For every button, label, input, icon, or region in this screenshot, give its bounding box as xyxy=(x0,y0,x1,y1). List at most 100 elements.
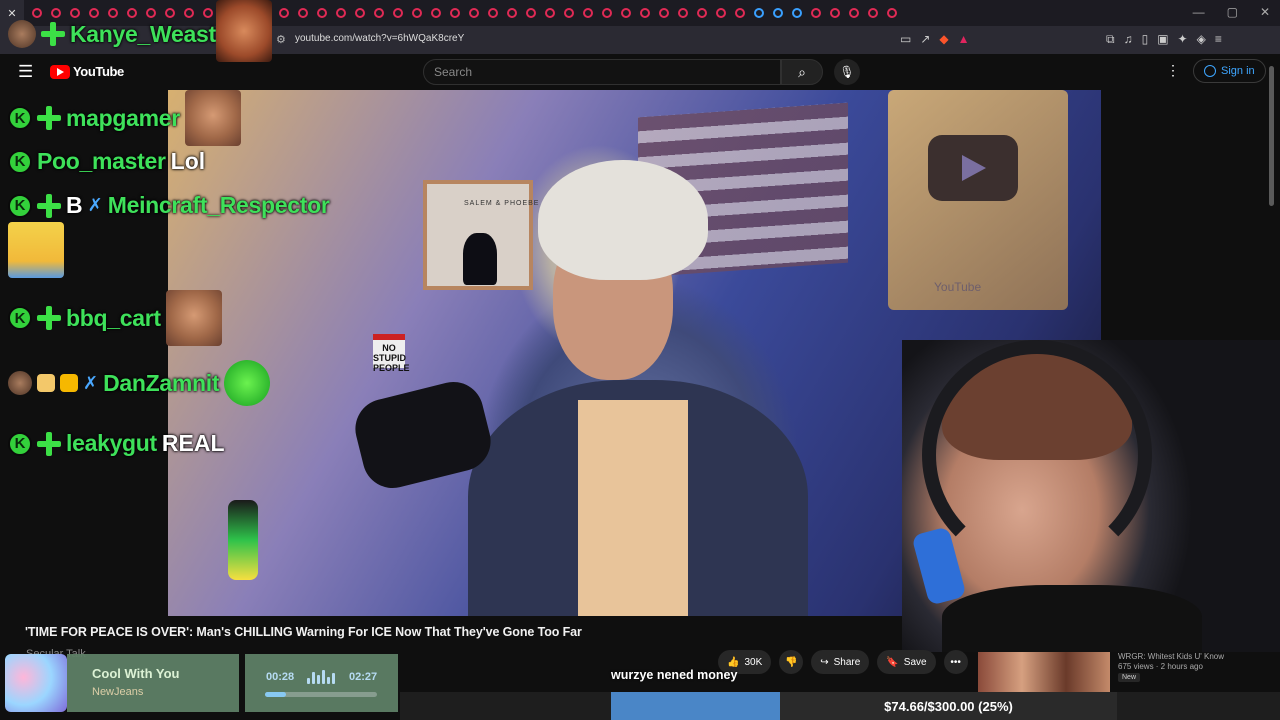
recommended-thumbnail[interactable] xyxy=(978,652,1110,692)
kick-badge-icon: K xyxy=(8,106,32,130)
equalizer-icon xyxy=(307,670,335,684)
tab-favicon[interactable] xyxy=(526,8,536,18)
chat-message: Kanye_Weast xyxy=(8,20,216,48)
tab-favicon[interactable] xyxy=(431,8,441,18)
tab-favicon[interactable] xyxy=(621,8,631,18)
tab-favicon[interactable] xyxy=(640,8,650,18)
share-label: Share xyxy=(833,656,861,668)
sidebar-icon[interactable]: ▯ xyxy=(1142,32,1149,47)
tab-favicon[interactable] xyxy=(678,8,688,18)
chat-message: K B ✗ Meincraft_Respector xyxy=(8,192,330,219)
tab-favicon[interactable] xyxy=(545,8,555,18)
rewards-icon[interactable]: ▲ xyxy=(958,32,970,46)
share-page-icon[interactable]: ↗ xyxy=(920,32,930,46)
tab-favicon[interactable] xyxy=(773,8,783,18)
streamer-webcam xyxy=(902,340,1280,652)
scrollbar-thumb[interactable] xyxy=(1269,66,1274,206)
chat-message: ✗ DanZamnit xyxy=(8,360,271,406)
tab-favicon[interactable] xyxy=(450,8,460,18)
screenshot-icon[interactable]: ▭ xyxy=(900,32,911,46)
tab-favicon[interactable] xyxy=(507,8,517,18)
more-actions-button[interactable]: ••• xyxy=(943,650,968,674)
menu-icon[interactable]: ≡ xyxy=(1215,32,1222,47)
search-button[interactable]: ⌕ xyxy=(781,59,823,85)
maximize-icon[interactable]: ▢ xyxy=(1227,5,1238,19)
extensions-icon[interactable]: ⧉ xyxy=(1106,32,1115,47)
tab-favicon[interactable] xyxy=(811,8,821,18)
vpn-icon[interactable]: ◈ xyxy=(1197,32,1206,47)
tab-favicon[interactable] xyxy=(469,8,479,18)
tab-favicon[interactable] xyxy=(849,8,859,18)
live-caption: wurzye nened money xyxy=(611,668,738,682)
search-icon: ⌕ xyxy=(798,63,806,80)
sign-in-label: Sign in xyxy=(1221,65,1255,77)
settings-kebab-icon[interactable]: ⋮ xyxy=(1166,62,1180,79)
tab-favicon[interactable] xyxy=(659,8,669,18)
tab-favicon[interactable] xyxy=(412,8,422,18)
total-time: 02:27 xyxy=(349,671,378,683)
tab-favicon[interactable] xyxy=(602,8,612,18)
page-scrollbar[interactable] xyxy=(1268,56,1276,686)
album-art xyxy=(5,654,67,712)
host-hair xyxy=(538,160,708,280)
vip-badge-icon xyxy=(41,22,65,46)
tab-favicon[interactable] xyxy=(488,8,498,18)
emote-laughing xyxy=(184,90,241,146)
song-title: Cool With You xyxy=(92,666,180,681)
tab-favicon[interactable] xyxy=(754,8,764,18)
tab-favicon[interactable] xyxy=(792,8,802,18)
playback-info: 00:28 02:27 xyxy=(245,654,398,712)
save-button[interactable]: 🔖 Save xyxy=(877,650,936,674)
chat-message: K bbq_cart xyxy=(8,290,222,346)
recommended-title[interactable]: WRGR: Whitest Kids U' Know xyxy=(1118,652,1224,661)
vip-badge-icon xyxy=(37,106,61,130)
plaque-text: YouTube xyxy=(934,280,982,294)
plaque-play-icon xyxy=(928,135,1018,201)
tab-favicon[interactable] xyxy=(830,8,840,18)
chat-username: DanZamnit xyxy=(103,369,220,396)
tab-favicon[interactable] xyxy=(374,8,384,18)
tab-favicon[interactable] xyxy=(355,8,365,18)
wallet-icon[interactable]: ▣ xyxy=(1157,32,1168,47)
chat-username: Meincraft_Respector xyxy=(107,192,330,218)
search-input[interactable]: Search xyxy=(423,59,781,85)
headset-icon xyxy=(922,340,1152,570)
tab-favicon[interactable] xyxy=(735,8,745,18)
chat-message: K mapgamer xyxy=(8,90,241,146)
brave-shield-icon[interactable]: ◆ xyxy=(939,32,948,46)
sign-in-button[interactable]: Sign in xyxy=(1193,59,1266,83)
stream-chat-overlay: Kanye_Weast K mapgamer K Poo_master Lol … xyxy=(8,0,348,470)
emote-laughing xyxy=(165,290,222,346)
tab-favicon[interactable] xyxy=(564,8,574,18)
tab-favicon[interactable] xyxy=(716,8,726,18)
host-shirt xyxy=(578,400,688,616)
account-icon xyxy=(1204,65,1216,77)
song-artist: NewJeans xyxy=(92,686,144,698)
tab-favicon[interactable] xyxy=(583,8,593,18)
leo-icon[interactable]: ✦ xyxy=(1178,32,1188,47)
chat-username: Kanye_Weast xyxy=(70,20,216,47)
tab-favicon[interactable] xyxy=(887,8,897,18)
share-icon: ↪ xyxy=(820,656,829,668)
sword-badge-icon: ✗ xyxy=(83,372,99,393)
host-figure xyxy=(468,160,808,616)
minimize-icon[interactable]: — xyxy=(1193,5,1205,19)
close-window-icon[interactable]: ✕ xyxy=(1260,5,1270,19)
emote-face xyxy=(216,0,272,62)
emote-laughing-green xyxy=(224,360,271,406)
voice-search-button[interactable]: 🎙 xyxy=(834,59,860,85)
chat-text: REAL xyxy=(161,430,225,456)
share-button[interactable]: ↪ Share xyxy=(811,650,870,674)
media-icon[interactable]: ♫ xyxy=(1124,32,1133,47)
caption-bar-bg xyxy=(611,692,780,720)
recommended-video[interactable]: WRGR: Whitest Kids U' Know 675 views · 2… xyxy=(978,652,1278,692)
tab-favicon[interactable] xyxy=(868,8,878,18)
tab-favicon[interactable] xyxy=(393,8,403,18)
chat-username: bbq_cart xyxy=(66,304,161,331)
dislike-button[interactable]: 👎 xyxy=(779,650,804,674)
tab-favicon[interactable] xyxy=(697,8,707,18)
chat-message: K leakygut REAL xyxy=(8,430,225,457)
now-playing-widget: Cool With You NewJeans 00:28 02:27 xyxy=(5,654,398,714)
recommended-meta: 675 views · 2 hours ago xyxy=(1118,662,1203,671)
playback-progress xyxy=(265,692,377,697)
